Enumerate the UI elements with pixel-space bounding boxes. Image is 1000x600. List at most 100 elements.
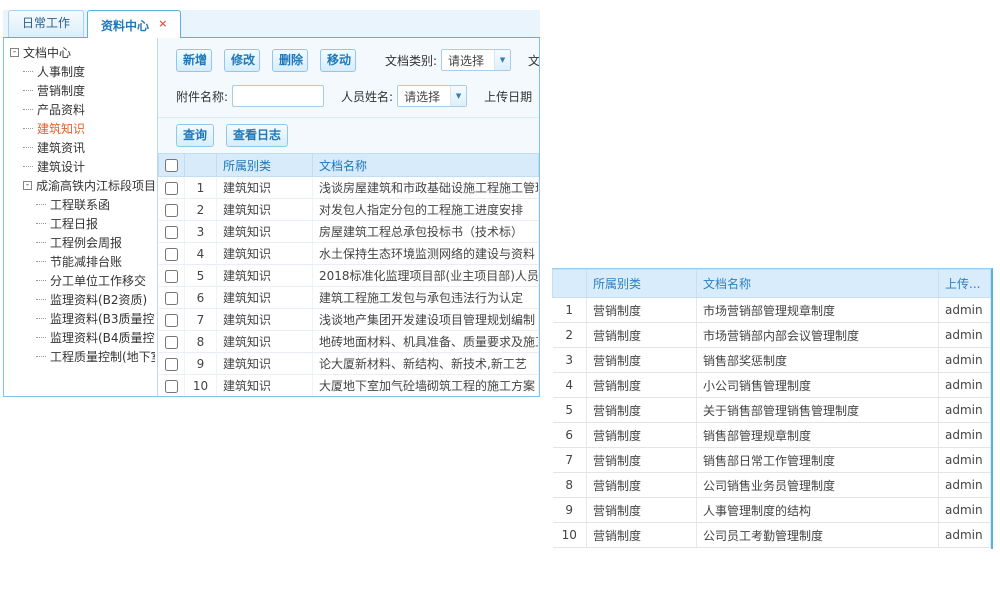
modify-button[interactable]: 修改: [224, 49, 260, 72]
cell-name: 市场营销部内部会议管理制度: [697, 323, 939, 348]
upload-date-label: 上传日期: [484, 88, 532, 105]
cell-category: 建筑知识: [217, 177, 313, 199]
row-checkbox[interactable]: [165, 314, 178, 327]
chevron-down-icon[interactable]: ▼: [494, 50, 510, 70]
row-checkbox[interactable]: [165, 270, 178, 283]
table-row[interactable]: 6营销制度销售部管理规章制度admin: [553, 423, 991, 448]
tree-branch-line: [23, 109, 33, 110]
tree-item[interactable]: 建筑知识: [8, 119, 155, 138]
table-header-row: 所属别类 文档名称 上传...: [553, 270, 991, 298]
row-checkbox[interactable]: [165, 226, 178, 239]
row-checkbox[interactable]: [165, 292, 178, 305]
collapse-icon[interactable]: -: [10, 48, 19, 57]
tree-item[interactable]: 建筑资讯: [8, 138, 155, 157]
cell-category: 建筑知识: [217, 353, 313, 375]
table-row[interactable]: 10建筑知识大厦地下室加气砼墙砌筑工程的施工方案: [159, 375, 539, 397]
data-center-window: 日常工作 资料中心 × -文档中心人事制度营销制度产品资料建筑知识建筑资讯建筑设…: [3, 10, 540, 397]
tree-item[interactable]: 监理资料(B3质量控制): [8, 309, 155, 328]
cell-num: 9: [553, 498, 587, 523]
table-row[interactable]: 3建筑知识房屋建筑工程总承包投标书（技术标）: [159, 221, 539, 243]
row-checkbox-cell: [159, 309, 185, 331]
table-row[interactable]: 8建筑知识地砖地面材料、机具准备、质量要求及施工: [159, 331, 539, 353]
cell-num: 6: [553, 423, 587, 448]
tree-item[interactable]: 节能减排台账: [8, 252, 155, 271]
clipped-label: 文档: [528, 52, 539, 69]
tree-item[interactable]: 分工单位工作移交: [8, 271, 155, 290]
row-checkbox[interactable]: [165, 248, 178, 261]
table-row[interactable]: 9建筑知识论大厦新材料、新结构、新技术,新工艺: [159, 353, 539, 375]
table-row[interactable]: 5建筑知识2018标准化监理项目部(业主项目部)人员: [159, 265, 539, 287]
table-row[interactable]: 5营销制度关于销售部管理销售管理制度admin: [553, 398, 991, 423]
close-icon[interactable]: ×: [158, 17, 167, 30]
tree-item[interactable]: 人事制度: [8, 62, 155, 81]
col-header-num: [553, 270, 587, 298]
tab-data-center[interactable]: 资料中心 ×: [87, 10, 181, 38]
table-row[interactable]: 3营销制度销售部奖惩制度admin: [553, 348, 991, 373]
tree-item[interactable]: 建筑设计: [8, 157, 155, 176]
query-button[interactable]: 查询: [176, 124, 214, 147]
table-row[interactable]: 2建筑知识对发包人指定分包的工程施工进度安排: [159, 199, 539, 221]
table-row[interactable]: 4营销制度小公司销售管理制度admin: [553, 373, 991, 398]
table-row[interactable]: 2营销制度市场营销部内部会议管理制度admin: [553, 323, 991, 348]
attachment-name-label: 附件名称:: [176, 88, 228, 105]
row-checkbox[interactable]: [165, 204, 178, 217]
row-checkbox-cell: [159, 287, 185, 309]
tree-item-label: 成渝高铁内江标段项目: [36, 177, 155, 194]
cell-category: 建筑知识: [217, 265, 313, 287]
row-checkbox[interactable]: [165, 336, 178, 349]
tree-item[interactable]: 工程质量控制(地下室): [8, 347, 155, 366]
tree-branch-line: [23, 128, 33, 129]
view-log-button[interactable]: 查看日志: [226, 124, 288, 147]
tree-item[interactable]: -文档中心: [8, 43, 155, 62]
tree-item[interactable]: 产品资料: [8, 100, 155, 119]
tree-branch-line: [36, 318, 46, 319]
row-checkbox[interactable]: [165, 182, 178, 195]
tree-item-label: 建筑设计: [37, 158, 85, 175]
attachment-name-input[interactable]: [232, 85, 324, 107]
table-header-row: 所属别类 文档名称: [159, 154, 539, 177]
table-row[interactable]: 4建筑知识水土保持生态环境监测网络的建设与资料: [159, 243, 539, 265]
tree-item[interactable]: 监理资料(B2资质): [8, 290, 155, 309]
cell-num: 5: [553, 398, 587, 423]
table-row[interactable]: 8营销制度公司销售业务员管理制度admin: [553, 473, 991, 498]
chevron-down-icon[interactable]: ▼: [450, 86, 466, 106]
row-checkbox-cell: [159, 199, 185, 221]
person-select[interactable]: 请选择 ▼: [397, 85, 467, 107]
tree-item[interactable]: 工程联系函: [8, 195, 155, 214]
collapse-icon[interactable]: -: [23, 181, 32, 190]
tab-daily-work[interactable]: 日常工作: [8, 10, 84, 37]
table-row[interactable]: 6建筑知识建筑工程施工发包与承包违法行为认定: [159, 287, 539, 309]
cell-uploader: admin: [939, 473, 991, 498]
tree-branch-line: [23, 147, 33, 148]
table-row[interactable]: 7建筑知识浅谈地产集团开发建设项目管理规划编制: [159, 309, 539, 331]
tree-item[interactable]: 营销制度: [8, 81, 155, 100]
category-select[interactable]: 请选择 ▼: [441, 49, 511, 71]
table-row[interactable]: 1建筑知识浅谈房屋建筑和市政基础设施工程施工管理: [159, 177, 539, 199]
cell-category: 营销制度: [587, 348, 697, 373]
tree-item-label: 建筑知识: [37, 120, 85, 137]
row-checkbox[interactable]: [165, 380, 178, 393]
tree-item[interactable]: 工程日报: [8, 214, 155, 233]
tree-branch-line: [36, 223, 46, 224]
delete-button[interactable]: 删除: [272, 49, 308, 72]
tree-item[interactable]: 工程例会周报: [8, 233, 155, 252]
move-button[interactable]: 移动: [320, 49, 356, 72]
cell-num: 3: [553, 348, 587, 373]
table-row[interactable]: 1营销制度市场营销部管理规章制度admin: [553, 298, 991, 323]
cell-num: 9: [185, 353, 217, 375]
tree-item[interactable]: 监理资料(B4质量控制): [8, 328, 155, 347]
cell-num: 2: [553, 323, 587, 348]
cell-num: 8: [553, 473, 587, 498]
cell-category: 建筑知识: [217, 243, 313, 265]
tree-item[interactable]: -成渝高铁内江标段项目: [8, 176, 155, 195]
table-row[interactable]: 10营销制度公司员工考勤管理制度admin: [553, 523, 991, 548]
cell-name: 地砖地面材料、机具准备、质量要求及施工: [313, 331, 539, 353]
select-all-checkbox[interactable]: [165, 159, 178, 172]
table-row[interactable]: 7营销制度销售部日常工作管理制度admin: [553, 448, 991, 473]
add-button[interactable]: 新增: [176, 49, 212, 72]
table-row[interactable]: 9营销制度人事管理制度的结构admin: [553, 498, 991, 523]
cell-num: 7: [185, 309, 217, 331]
tree-item-label: 节能减排台账: [50, 253, 122, 270]
row-checkbox[interactable]: [165, 358, 178, 371]
cell-num: 8: [185, 331, 217, 353]
